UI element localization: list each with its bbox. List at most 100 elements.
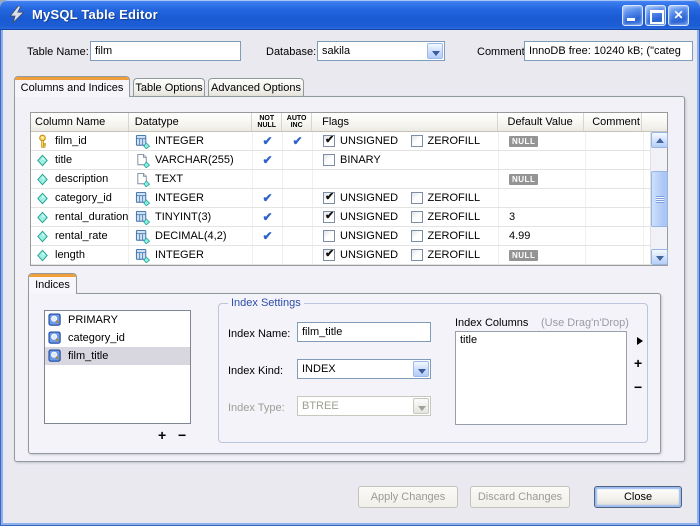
header-flags[interactable]: Flags — [312, 113, 497, 131]
comment-cell[interactable] — [586, 227, 644, 245]
auto-inc-cell[interactable] — [283, 189, 313, 207]
table-row[interactable]: rental_rate DECIMAL(4,2) ✔ UNSIGNEDZEROF… — [31, 227, 652, 246]
table-row[interactable]: length INTEGER UNSIGNEDZEROFILL NULL — [31, 246, 652, 265]
column-name-cell[interactable]: film_id — [31, 132, 129, 150]
zerofill-checkbox[interactable] — [411, 249, 423, 261]
comment-cell[interactable] — [586, 132, 644, 150]
default-value-cell[interactable]: NULL — [499, 246, 586, 264]
not-null-cell[interactable] — [253, 170, 283, 188]
comment-cell[interactable] — [586, 151, 644, 169]
auto-inc-cell[interactable] — [283, 246, 313, 264]
comment-cell[interactable] — [586, 208, 644, 226]
table-row[interactable]: film_id INTEGER ✔ ✔ UNSIGNEDZEROFILL NUL… — [31, 132, 652, 151]
move-column-icon[interactable] — [637, 337, 643, 345]
column-name-cell[interactable]: length — [31, 246, 129, 264]
datatype-cell[interactable]: TEXT — [129, 170, 253, 188]
zerofill-checkbox[interactable] — [411, 135, 423, 147]
index-item-film_title[interactable]: film_title — [45, 347, 190, 365]
index-kind-select[interactable]: INDEX — [297, 359, 431, 379]
column-name-cell[interactable]: title — [31, 151, 129, 169]
not-null-cell[interactable]: ✔ — [253, 227, 283, 245]
header-default-value[interactable]: Default Value — [498, 113, 585, 131]
null-badge: NULL — [509, 136, 538, 147]
scroll-down-icon[interactable] — [651, 249, 668, 265]
scroll-up-icon[interactable] — [651, 132, 668, 148]
add-index-column-button[interactable]: + — [634, 357, 642, 369]
datatype-cell[interactable]: DECIMAL(4,2) — [129, 227, 253, 245]
table-row[interactable]: description TEXT NULL — [31, 170, 652, 189]
table-row[interactable]: rental_duration TINYINT(3) ✔ UNSIGNEDZER… — [31, 208, 652, 227]
header-auto-inc[interactable]: AUTOINC — [282, 113, 312, 131]
discard-changes-button[interactable]: Discard Changes — [470, 486, 570, 508]
header-column-name[interactable]: Column Name — [31, 113, 129, 131]
index-column-item[interactable]: title — [456, 332, 626, 348]
remove-index-column-button[interactable]: − — [634, 381, 642, 393]
comment-cell[interactable] — [586, 246, 644, 264]
remove-index-button[interactable]: − — [178, 429, 186, 441]
column-name-cell[interactable]: description — [31, 170, 129, 188]
tab-table-options[interactable]: Table Options — [133, 78, 205, 97]
index-name-input[interactable]: film_title — [297, 322, 431, 342]
datatype-cell[interactable]: INTEGER — [129, 189, 253, 207]
header-datatype[interactable]: Datatype — [129, 113, 253, 131]
unsigned-checkbox[interactable] — [323, 135, 335, 147]
zerofill-checkbox[interactable] — [411, 192, 423, 204]
not-null-cell[interactable]: ✔ — [253, 189, 283, 207]
unsigned-checkbox[interactable] — [323, 192, 335, 204]
add-index-button[interactable]: + — [158, 429, 166, 441]
apply-changes-button[interactable]: Apply Changes — [358, 486, 458, 508]
column-name-cell[interactable]: category_id — [31, 189, 129, 207]
flag-label: BINARY — [340, 154, 381, 166]
datatype-cell[interactable]: VARCHAR(255) — [129, 151, 253, 169]
binary-checkbox[interactable] — [323, 154, 335, 166]
unsigned-checkbox[interactable] — [323, 211, 335, 223]
index-item-primary[interactable]: PRIMARY — [45, 311, 190, 329]
not-null-cell[interactable]: ✔ — [253, 151, 283, 169]
auto-inc-cell[interactable]: ✔ — [283, 132, 313, 150]
unsigned-checkbox[interactable] — [323, 230, 335, 242]
scrollbar-thumb[interactable] — [651, 171, 668, 227]
comment-cell[interactable] — [586, 170, 644, 188]
default-value-cell[interactable]: 4.99 — [499, 227, 586, 245]
not-null-cell[interactable]: ✔ — [253, 208, 283, 226]
chevron-down-icon[interactable] — [413, 361, 429, 377]
not-null-cell[interactable] — [253, 246, 283, 264]
default-value-cell[interactable] — [499, 189, 586, 207]
comment-input[interactable]: InnoDB free: 10240 kB; ("categ — [524, 41, 693, 61]
column-name-cell[interactable]: rental_duration — [31, 208, 129, 226]
not-null-cell[interactable]: ✔ — [253, 132, 283, 150]
minimize-icon[interactable] — [622, 5, 643, 26]
zerofill-checkbox[interactable] — [411, 211, 423, 223]
default-value-cell[interactable]: NULL — [499, 170, 586, 188]
index-columns-list[interactable]: title — [455, 331, 627, 425]
table-name-input[interactable]: film — [90, 41, 241, 61]
zerofill-checkbox[interactable] — [411, 230, 423, 242]
default-value-cell[interactable] — [499, 151, 586, 169]
comment-cell[interactable] — [586, 189, 644, 207]
close-button[interactable]: Close — [594, 486, 682, 508]
auto-inc-cell[interactable] — [283, 227, 313, 245]
datatype-cell[interactable]: TINYINT(3) — [129, 208, 253, 226]
maximize-icon[interactable] — [645, 5, 666, 26]
column-name-cell[interactable]: rental_rate — [31, 227, 129, 245]
tab-columns-and-indices[interactable]: Columns and Indices — [14, 76, 130, 97]
table-row[interactable]: category_id INTEGER ✔ UNSIGNEDZEROFILL — [31, 189, 652, 208]
chevron-down-icon[interactable] — [427, 43, 443, 59]
datatype-cell[interactable]: INTEGER — [129, 246, 253, 264]
tab-advanced-options[interactable]: Advanced Options — [208, 78, 304, 97]
vertical-scrollbar[interactable] — [650, 132, 667, 265]
table-row[interactable]: title VARCHAR(255) ✔ BINARY — [31, 151, 652, 170]
close-icon[interactable] — [668, 5, 689, 26]
datatype-cell[interactable]: INTEGER — [129, 132, 253, 150]
auto-inc-cell[interactable] — [283, 208, 313, 226]
index-item-category_id[interactable]: category_id — [45, 329, 190, 347]
database-select[interactable]: sakila — [317, 41, 445, 61]
auto-inc-cell[interactable] — [283, 151, 313, 169]
default-value-cell[interactable]: NULL — [499, 132, 586, 150]
default-value-cell[interactable]: 3 — [499, 208, 586, 226]
header-comment[interactable]: Comment — [584, 113, 642, 131]
tab-indices[interactable]: Indices — [28, 273, 77, 294]
auto-inc-cell[interactable] — [283, 170, 313, 188]
unsigned-checkbox[interactable] — [323, 249, 335, 261]
header-not-null[interactable]: NOTNULL — [252, 113, 282, 131]
